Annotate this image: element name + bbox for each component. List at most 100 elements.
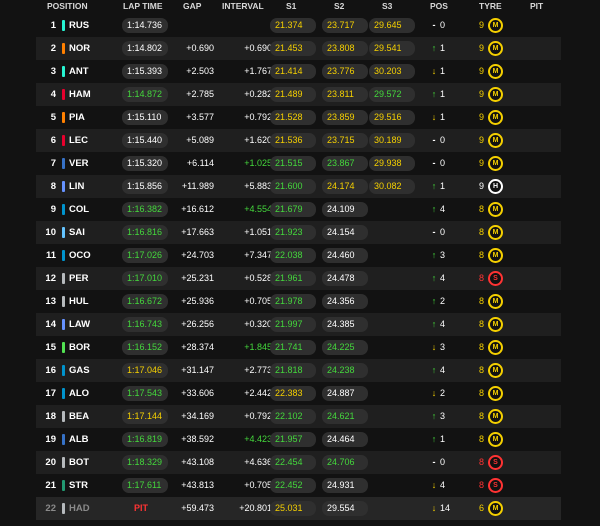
driver-code: PER [69,273,89,284]
tyre-laps: 9 [478,20,484,30]
table-row[interactable]: 1 RUS 1:14.736 21.374 23.717 29.645 -0 9 M [36,14,561,37]
tyre-laps: 9 [478,112,484,122]
driver-code: GAS [69,365,90,376]
sector-2-time: 24.478 [322,271,368,286]
table-row[interactable]: 14 LAW 1:16.743 +26.256 +0.320 21.997 24.385 ↑ 4… [36,313,561,336]
table-row[interactable]: 2 NOR 1:14.802 +0.690 +0.690 21.453 23.808 29.5… [36,37,561,60]
gap-value: +5.089 [186,135,214,145]
tyre-compound-icon: M [488,363,503,378]
lap-time: 1:16.819 [122,432,168,447]
tyre-compound-icon: M [488,87,503,102]
gap-value: +31.147 [181,365,214,375]
header-lap-time: LAP TIME [123,1,163,11]
sector-1-time: 21.489 [270,87,316,102]
team-color-bar [62,158,65,169]
team-color-bar [62,434,65,445]
position-change: 3 [440,250,446,260]
gap-value: +26.256 [181,319,214,329]
driver-code: PIA [69,112,85,123]
table-row[interactable]: 11 OCO 1:17.026 +24.703 +7.347 22.038 24.460 ↑ 3… [36,244,561,267]
driver-code: HAM [69,89,91,100]
sector-2-time: 24.706 [322,455,368,470]
sector-2-time: 24.931 [322,478,368,493]
table-row[interactable]: 15 BOR 1:16.152 +28.374 +1.845 21.741 24.225 ↓ 3… [36,336,561,359]
team-color-bar [62,319,65,330]
timing-header: POSITION LAP TIME GAP INTERVAL S1 S2 S3 … [0,0,600,14]
lap-time: 1:16.382 [122,202,168,217]
table-row[interactable]: 5 PIA 1:15.110 +3.577 +0.792 21.528 23.859 29.5… [36,106,561,129]
tyre-compound-icon: S [488,271,503,286]
tyre-laps: 8 [478,388,484,398]
gap-value: +16.612 [181,204,214,214]
position-change: 0 [440,227,446,237]
table-row[interactable]: 6 LEC 1:15.440 +5.089 +1.620 21.536 23.715 30.1… [36,129,561,152]
interval-value: +2.773 [244,365,272,375]
tyre-laps: 8 [478,365,484,375]
interval-value: +0.705 [244,296,272,306]
position-up-icon: ↑ [431,365,437,375]
table-row[interactable]: 17 ALO 1:17.543 +33.606 +2.442 22.383 24.887 ↓ 2… [36,382,561,405]
tyre-compound-icon: S [488,478,503,493]
table-row[interactable]: 4 HAM 1:14.872 +2.785 +0.282 21.489 23.811 29.5… [36,83,561,106]
table-row[interactable]: 18 BEA 1:17.144 +34.169 +0.792 22.102 24.621 ↑ 3… [36,405,561,428]
tyre-compound-icon: M [488,202,503,217]
timing-board: POSITION LAP TIME GAP INTERVAL S1 S2 S3 … [0,0,600,526]
interval-value: +1.051 [244,227,272,237]
position-same-icon: - [432,135,436,145]
sector-2-time: 24.174 [322,179,368,194]
sector-3-time: 30.082 [369,179,415,194]
position-number: 17 [45,388,56,399]
position-up-icon: ↑ [431,204,437,214]
sector-1-time: 21.978 [270,294,316,309]
header-pit: PIT [530,1,544,11]
lap-time: 1:15.110 [122,110,168,125]
team-color-bar [62,342,65,353]
table-row[interactable]: 8 LIN 1:15.856 +11.989 +5.883 21.600 24.174 30.… [36,175,561,198]
table-row[interactable]: 21 STR 1:17.611 +43.813 +0.705 22.452 24.931 ↓ 4… [36,474,561,497]
position-down-icon: ↓ [431,342,437,352]
table-row[interactable]: 16 GAS 1:17.046 +31.147 +2.773 21.818 24.238 ↑ 4… [36,359,561,382]
header-pos: POS [430,1,448,11]
tyre-compound-icon: M [488,409,503,424]
table-row[interactable]: 12 PER 1:17.010 +25.231 +0.528 21.961 24.478 ↑ 4… [36,267,561,290]
sector-1-time: 21.923 [270,225,316,240]
position-change: 0 [440,158,446,168]
tyre-compound-icon: M [488,294,503,309]
interval-value: +4.423 [244,434,272,444]
driver-code: NOR [69,43,91,54]
sector-1-time: 21.957 [270,432,316,447]
sector-3-time: 29.938 [369,156,415,171]
sector-1-time: 25.031 [270,501,316,516]
position-number: 8 [50,181,56,192]
table-row[interactable]: 7 VER 1:15.320 +6.114 +1.025 21.515 23.867 29.9… [36,152,561,175]
gap-value: +33.606 [181,388,214,398]
lap-time-pit: PIT [134,503,149,513]
team-color-bar [62,411,65,422]
interval-value [224,14,272,37]
tyre-laps: 8 [478,204,484,214]
sector-1-time: 22.038 [270,248,316,263]
table-row[interactable]: 9 COL 1:16.382 +16.612 +4.554 21.679 24.109 ↑ 4 8… [36,198,561,221]
table-row[interactable]: 3 ANT 1:15.393 +2.503 +1.767 21.414 23.776 30.2… [36,60,561,83]
table-row[interactable]: 19 ALB 1:16.819 +38.592 +4.423 21.957 24.464 ↑ 1… [36,428,561,451]
gap-value: +25.231 [181,273,214,283]
driver-code: BOT [69,457,90,468]
sector-3-time: 29.541 [369,41,415,56]
position-up-icon: ↑ [431,434,437,444]
tyre-compound-icon: M [488,64,503,79]
tyre-laps: 8 [478,434,484,444]
table-row[interactable]: 22 HAD PIT +59.473 +20.801 25.031 29.554 ↓ 14 6 M [36,497,561,520]
header-interval: INTERVAL [222,1,264,11]
team-color-bar [62,135,65,146]
tyre-compound-icon: M [488,110,503,125]
tyre-compound-icon: M [488,317,503,332]
tyre-laps: 9 [478,89,484,99]
position-number: 4 [50,89,56,100]
lap-time: 1:17.010 [122,271,168,286]
table-row[interactable]: 20 BOT 1:18.329 +43.108 +4.636 22.454 24.706 -0… [36,451,561,474]
table-row[interactable]: 13 HUL 1:16.672 +25.936 +0.705 21.978 24.356 ↑ 2… [36,290,561,313]
table-row[interactable]: 10 SAI 1:16.816 +17.663 +1.051 21.923 24.154 -0… [36,221,561,244]
driver-code: ALO [69,388,90,399]
position-up-icon: ↑ [431,89,437,99]
tyre-compound-icon: M [488,225,503,240]
